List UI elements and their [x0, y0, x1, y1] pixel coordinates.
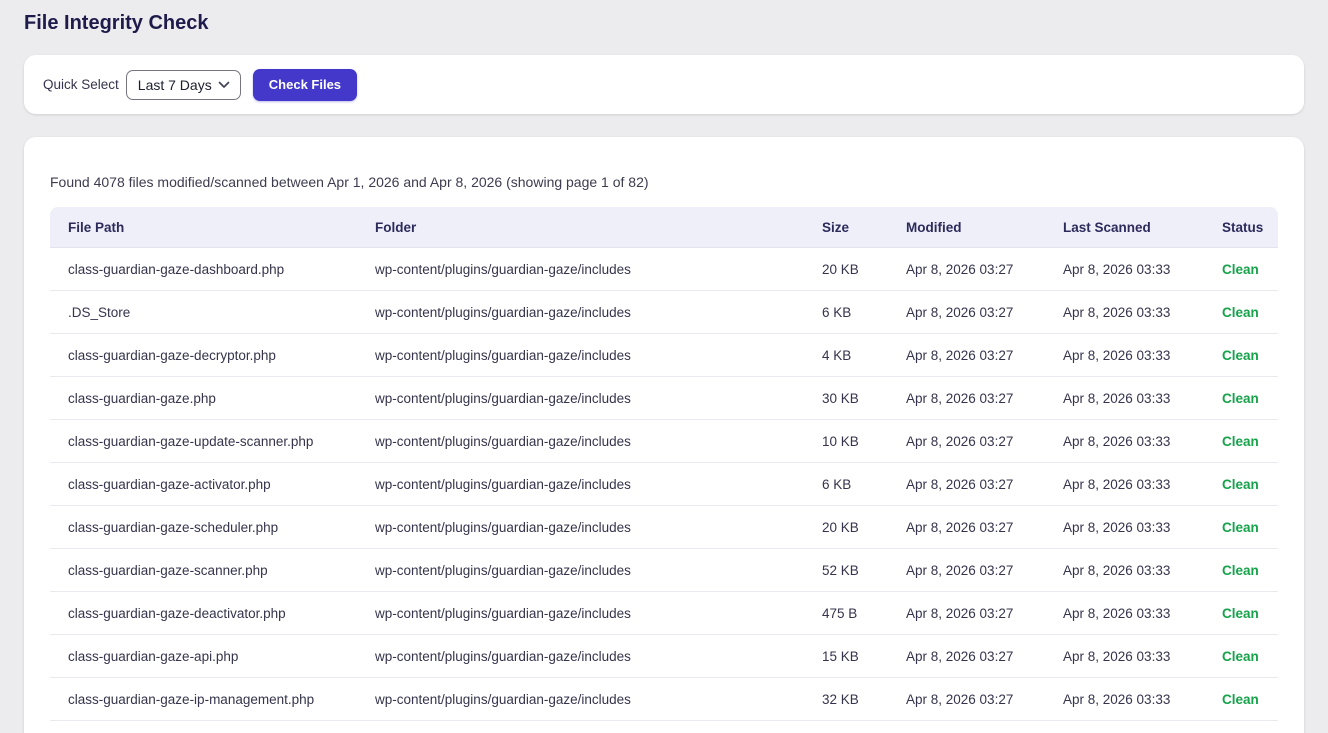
cell-status: Clean: [1204, 549, 1278, 592]
cell-file-path: .DS_Store: [50, 291, 357, 334]
cell-folder: wp-content/plugins/guardian-gaze/include…: [357, 420, 804, 463]
cell-size: 30 KB: [804, 377, 888, 420]
table-row: class-guardian-gaze-activator.php wp-con…: [50, 463, 1278, 506]
cell-modified: Apr 8, 2026 03:27: [888, 248, 1045, 291]
table-row: class-guardian-gaze-api.php wp-content/p…: [50, 635, 1278, 678]
cell-last-scanned: Apr 8, 2026 03:33: [1045, 334, 1204, 377]
cell-folder: wp-content/plugins/guardian-gaze/include…: [357, 678, 804, 721]
cell-status: Clean: [1204, 420, 1278, 463]
cell-file-path: class-guardian-gaze-scanner.php: [50, 549, 357, 592]
cell-folder: wp-content/plugins/guardian-gaze/include…: [357, 377, 804, 420]
results-summary: Found 4078 files modified/scanned betwee…: [50, 174, 1278, 190]
table-row: class-guardian-gaze-decryptor.php wp-con…: [50, 334, 1278, 377]
cell-size: 15 KB: [804, 635, 888, 678]
cell-file-path: class-guardian-gaze-activator.php: [50, 463, 357, 506]
cell-file-path: class-guardian-gaze-update-scanner.php: [50, 420, 357, 463]
file-integrity-table: File Path Folder Size Modified Last Scan…: [50, 207, 1278, 733]
table-row: class-guardian-gaze-scanner.php wp-conte…: [50, 549, 1278, 592]
cell-folder: wp-content/plugins/guardian-gaze/include…: [357, 506, 804, 549]
cell-modified: Apr 8, 2026 03:27: [888, 420, 1045, 463]
cell-folder: wp-content/plugins/guardian-gaze/include…: [357, 635, 804, 678]
cell-size: 20 KB: [804, 248, 888, 291]
cell-modified: Apr 8, 2026 03:27: [888, 506, 1045, 549]
table-header-row: File Path Folder Size Modified Last Scan…: [50, 207, 1278, 248]
cell-folder: wp-content/plugins/guardian-gaze/include…: [357, 549, 804, 592]
cell-modified: Apr 8, 2026 03:27: [888, 635, 1045, 678]
column-header-last-scanned: Last Scanned: [1045, 207, 1204, 248]
quick-select-card: Quick Select Last 7 Days Check Files: [24, 55, 1304, 114]
cell-folder: wp-content/plugins/guardian-gaze/include…: [357, 291, 804, 334]
cell-file-path: class-guardian-gaze-dashboard.php: [50, 248, 357, 291]
cell-last-scanned: Apr 8, 2026 03:33: [1045, 506, 1204, 549]
page-title: File Integrity Check: [24, 12, 1304, 35]
cell-status: Clean: [1204, 334, 1278, 377]
chevron-down-icon: [218, 81, 230, 89]
table-row: class-guardian-gaze.php wp-content/plugi…: [50, 377, 1278, 420]
cell-size: 20 KB: [804, 506, 888, 549]
results-card: Found 4078 files modified/scanned betwee…: [24, 137, 1304, 733]
cell-file-path: class-guardian-gaze-deactivator.php: [50, 592, 357, 635]
cell-modified: Apr 8, 2026 03:27: [888, 678, 1045, 721]
column-header-modified: Modified: [888, 207, 1045, 248]
table-body: class-guardian-gaze-dashboard.php wp-con…: [50, 248, 1278, 733]
quick-select-dropdown[interactable]: Last 7 Days: [126, 70, 241, 100]
cell-status: Clean: [1204, 678, 1278, 721]
cell-last-scanned: Apr 8, 2026 03:33: [1045, 291, 1204, 334]
cell-last-scanned: Apr 8, 2026 03:33: [1045, 377, 1204, 420]
quick-select-label: Quick Select: [43, 77, 119, 92]
cell-last-scanned: Apr 8, 2026 03:33: [1045, 248, 1204, 291]
cell-last-scanned: Apr 8, 2026 03:33: [1045, 420, 1204, 463]
quick-select-value: Last 7 Days: [138, 77, 212, 93]
table-row: class-guardian-gaze-update-scanner.php w…: [50, 420, 1278, 463]
cell-last-scanned: Apr 8, 2026 03:33: [1045, 635, 1204, 678]
cell-size: 475 B: [804, 592, 888, 635]
cell-folder: wp-content/plugins/guardian-gaze/include…: [357, 248, 804, 291]
cell-file-path: class-guardian-gaze-decryptor.php: [50, 334, 357, 377]
cell-modified: Apr 8, 2026 03:27: [888, 463, 1045, 506]
cell-file-path: class-guardian-gaze-ip-management.php: [50, 678, 357, 721]
cell-last-scanned: Apr 8, 2026 03:33: [1045, 549, 1204, 592]
cell-modified: Apr 8, 2026 03:27: [888, 334, 1045, 377]
cell-size: 6 KB: [804, 463, 888, 506]
cell-modified: Apr 8, 2026 03:27: [888, 549, 1045, 592]
cell-folder: wp-content/plugins/guardian-gaze/include…: [357, 463, 804, 506]
cell-file-path: class-guardian-gaze-api.php: [50, 635, 357, 678]
check-files-button[interactable]: Check Files: [253, 69, 357, 101]
cell-status: Clean: [1204, 248, 1278, 291]
cell-last-scanned: Apr 8, 2026 03:33: [1045, 463, 1204, 506]
cell-status: Clean: [1204, 291, 1278, 334]
cell-folder: wp-content/plugins/guardian-gaze/include…: [357, 334, 804, 377]
cell-size: 4 KB: [804, 334, 888, 377]
column-header-file-path: File Path: [50, 207, 357, 248]
table-row: class-guardian-gaze-dashboard.php wp-con…: [50, 248, 1278, 291]
cell-status: Clean: [1204, 592, 1278, 635]
column-header-size: Size: [804, 207, 888, 248]
cell-status: Clean: [1204, 635, 1278, 678]
column-header-folder: Folder: [357, 207, 804, 248]
cell-status: Clean: [1204, 463, 1278, 506]
cell-modified: Apr 8, 2026 03:27: [888, 291, 1045, 334]
table-row: class-guardian-gaze-scheduler.php wp-con…: [50, 506, 1278, 549]
cell-size: 6 KB: [804, 291, 888, 334]
cell-modified: Apr 8, 2026 03:27: [888, 592, 1045, 635]
cell-size: 52 KB: [804, 549, 888, 592]
cell-last-scanned: Apr 8, 2026 03:33: [1045, 592, 1204, 635]
cell-status: Clean: [1204, 377, 1278, 420]
cell-modified: Apr 8, 2026 03:27: [888, 377, 1045, 420]
cell-folder: wp-content/plugins/guardian-gaze/include…: [357, 592, 804, 635]
cell-size: 32 KB: [804, 678, 888, 721]
table-row: class-guardian-gaze-ip-management.php wp…: [50, 678, 1278, 721]
cell-file-path: class-guardian-gaze.php: [50, 377, 357, 420]
cell-status: Clean: [1204, 506, 1278, 549]
table-row-partial: [50, 721, 1278, 733]
cell-last-scanned: Apr 8, 2026 03:33: [1045, 678, 1204, 721]
cell-file-path: class-guardian-gaze-scheduler.php: [50, 506, 357, 549]
table-row: class-guardian-gaze-deactivator.php wp-c…: [50, 592, 1278, 635]
cell-size: 10 KB: [804, 420, 888, 463]
column-header-status: Status: [1204, 207, 1278, 248]
table-row: .DS_Store wp-content/plugins/guardian-ga…: [50, 291, 1278, 334]
